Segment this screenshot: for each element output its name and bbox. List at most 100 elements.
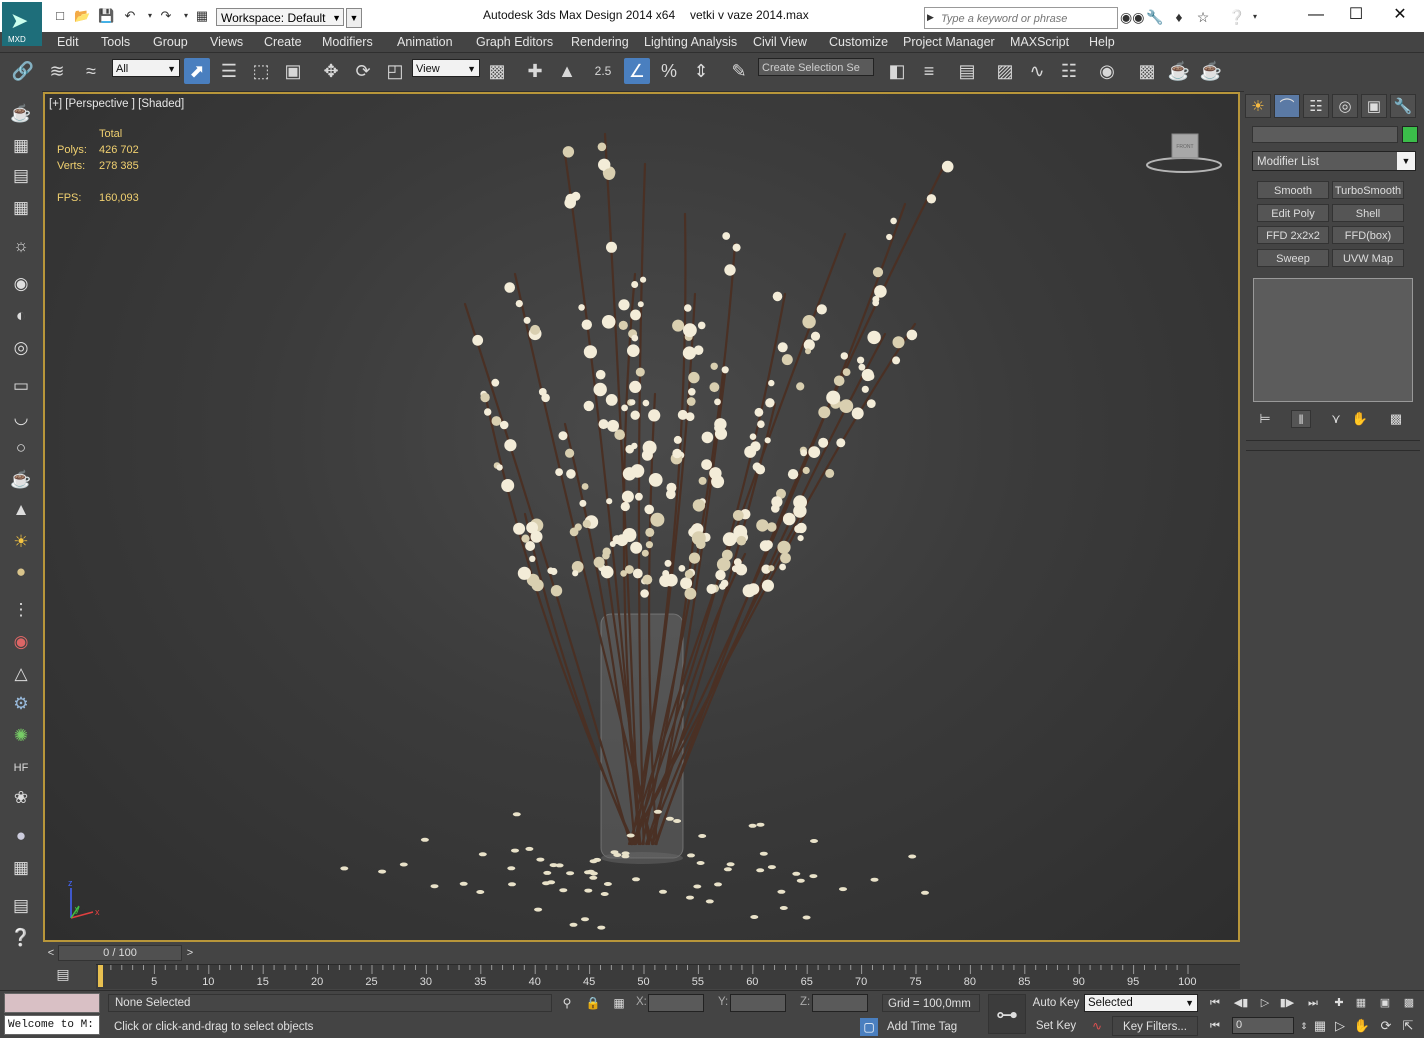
key-mode-dropdown[interactable]: Selected ▼: [1084, 994, 1198, 1012]
sun-icon[interactable]: ☀: [8, 530, 34, 554]
select-object-icon[interactable]: ⬈: [184, 58, 210, 84]
select-and-link-icon[interactable]: 🔗: [10, 58, 36, 84]
open-mini-curve-editor-icon[interactable]: ▤: [52, 966, 74, 984]
new-file-icon[interactable]: □: [52, 9, 68, 23]
next-frame-icon[interactable]: ▮▶: [1276, 995, 1298, 1011]
object-name-field[interactable]: [1252, 126, 1398, 143]
play-icon[interactable]: ▷: [1254, 995, 1276, 1011]
maxscript-mini-listener[interactable]: Welcome to M:: [4, 1015, 100, 1035]
auto-key-button[interactable]: Auto Key: [1030, 994, 1082, 1012]
align-icon[interactable]: ≡: [916, 58, 942, 84]
animation-clip-icon[interactable]: ◎: [8, 336, 34, 360]
image-plane-icon[interactable]: ▦: [8, 134, 34, 158]
menu-group[interactable]: Group: [153, 33, 188, 51]
reference-coordinate-dropdown[interactable]: View ▼: [412, 59, 480, 77]
modifier-button-shell[interactable]: Shell: [1332, 204, 1404, 222]
undo-dropdown-icon[interactable]: ▾: [142, 9, 158, 23]
isolate-selection-icon[interactable]: ⚲: [558, 994, 576, 1012]
camera-icon[interactable]: ◉: [8, 272, 34, 296]
project-folder-icon[interactable]: ▦: [194, 9, 210, 23]
texture-ball-icon[interactable]: ❀: [8, 786, 34, 810]
disc-light-icon[interactable]: ●: [8, 560, 34, 584]
layer-manager-icon[interactable]: ▤: [954, 58, 980, 84]
configure-modifier-sets-icon[interactable]: ▩: [1386, 410, 1406, 428]
hair-fur-icon[interactable]: HF: [8, 756, 34, 780]
render-setup-icon[interactable]: ▩: [1134, 58, 1160, 84]
field-of-view-icon[interactable]: ▷: [1330, 1017, 1350, 1035]
time-slider-thumb[interactable]: 0 / 100: [58, 945, 182, 961]
sphere-icon[interactable]: ○: [8, 436, 34, 460]
menu-help[interactable]: Help: [1089, 33, 1115, 51]
teapot-icon[interactable]: ☕: [8, 102, 34, 126]
time-slider[interactable]: [43, 944, 1240, 962]
menu-lighting-analysis[interactable]: Lighting Analysis: [644, 33, 737, 51]
grid-panel-icon[interactable]: ▦: [8, 196, 34, 220]
z-coord-field[interactable]: [812, 994, 868, 1012]
menu-edit[interactable]: Edit: [57, 33, 79, 51]
current-frame-marker[interactable]: [98, 965, 103, 987]
close-button[interactable]: ✕: [1380, 4, 1420, 26]
render-production-icon[interactable]: ☕: [1198, 58, 1224, 84]
time-slider-prev-button[interactable]: <: [44, 945, 58, 961]
rendered-frame-window-icon[interactable]: ☕: [1166, 58, 1192, 84]
zoom-extents-all-icon[interactable]: ▩: [1398, 995, 1420, 1011]
object-color-swatch[interactable]: [1402, 126, 1418, 143]
perspective-viewport[interactable]: [+] [Perspective ] [Shaded] Total Polys:…: [43, 92, 1240, 942]
maximize-viewport-icon[interactable]: ⇱: [1398, 1017, 1418, 1035]
subscription-icon[interactable]: 🔧: [1146, 8, 1164, 26]
app-logo-button[interactable]: ➤ MXD: [2, 2, 42, 46]
favorites-star-icon[interactable]: ☆: [1194, 8, 1212, 26]
add-time-tag[interactable]: Add Time Tag: [882, 1018, 985, 1036]
create-tab-icon[interactable]: ☀: [1245, 94, 1271, 118]
particles-icon[interactable]: ⋮: [8, 598, 34, 622]
keyboard-shortcut-override-icon[interactable]: ▲: [554, 58, 580, 84]
modifier-button-turbosmooth[interactable]: TurboSmooth: [1332, 181, 1404, 199]
maximize-button[interactable]: ☐: [1336, 4, 1376, 26]
set-keys-key-icon[interactable]: ⊶: [988, 994, 1026, 1034]
absolute-mode-icon[interactable]: ▦: [610, 994, 628, 1012]
adaptive-degradation-icon[interactable]: ▢: [860, 1018, 878, 1036]
bone-icon[interactable]: △: [8, 662, 34, 686]
material-sphere-icon[interactable]: ●: [8, 824, 34, 848]
menu-civil-view[interactable]: Civil View: [753, 33, 807, 51]
menu-animation[interactable]: Animation: [397, 33, 453, 51]
scale-icon[interactable]: ◰: [382, 58, 408, 84]
edit-named-selection-icon[interactable]: ✎: [726, 58, 752, 84]
snaps-toggle-icon[interactable]: 2.5: [590, 58, 616, 84]
percent-snap-icon[interactable]: %: [656, 58, 682, 84]
rectangular-selection-icon[interactable]: ⬚: [248, 58, 274, 84]
schematic-view-icon[interactable]: ☷: [1056, 58, 1082, 84]
select-and-manipulate-icon[interactable]: ✚: [522, 58, 548, 84]
window-crossing-icon[interactable]: ▣: [280, 58, 306, 84]
pan-view-hand-icon[interactable]: ✋: [1352, 1017, 1372, 1035]
display-tab-icon[interactable]: ▣: [1361, 94, 1387, 118]
unlink-icon[interactable]: ≋: [44, 58, 70, 84]
show-end-result-icon[interactable]: ‖: [1291, 410, 1311, 428]
menu-views[interactable]: Views: [210, 33, 243, 51]
selection-lock-icon[interactable]: 🔒: [584, 994, 602, 1012]
modifier-stack[interactable]: [1253, 278, 1413, 402]
remove-modifier-icon[interactable]: ✋: [1350, 410, 1370, 428]
move-icon[interactable]: ✥: [318, 58, 344, 84]
light-bulb-icon[interactable]: ☼: [8, 234, 34, 258]
spinner-snap-icon[interactable]: ⇕: [688, 58, 714, 84]
open-file-icon[interactable]: 📂: [74, 9, 90, 23]
pin-stack-icon[interactable]: ⊨: [1255, 410, 1275, 428]
modifier-button-sweep[interactable]: Sweep: [1257, 249, 1329, 267]
mirror-icon[interactable]: ◧: [884, 58, 910, 84]
menu-modifiers[interactable]: Modifiers: [322, 33, 373, 51]
save-file-icon[interactable]: 💾: [98, 9, 114, 23]
rotate-icon[interactable]: ⟳: [350, 58, 376, 84]
y-coord-field[interactable]: [730, 994, 786, 1012]
document-icon[interactable]: ▤: [8, 164, 34, 188]
zoom-icon[interactable]: ✚: [1328, 995, 1350, 1011]
graphite-ribbon-icon[interactable]: ▨: [992, 58, 1018, 84]
help-dropdown-icon[interactable]: ▾: [1246, 8, 1264, 26]
help-circle-icon[interactable]: ❔: [8, 926, 34, 950]
modifier-button-ffd-2x2x2[interactable]: FFD 2x2x2: [1257, 226, 1329, 244]
menu-rendering[interactable]: Rendering: [571, 33, 629, 51]
plane-icon[interactable]: ▭: [8, 374, 34, 398]
motion-tab-icon[interactable]: ◎: [1332, 94, 1358, 118]
modifier-list-dropdown[interactable]: Modifier List ▼: [1252, 151, 1416, 171]
hierarchy-tab-icon[interactable]: ☷: [1303, 94, 1329, 118]
